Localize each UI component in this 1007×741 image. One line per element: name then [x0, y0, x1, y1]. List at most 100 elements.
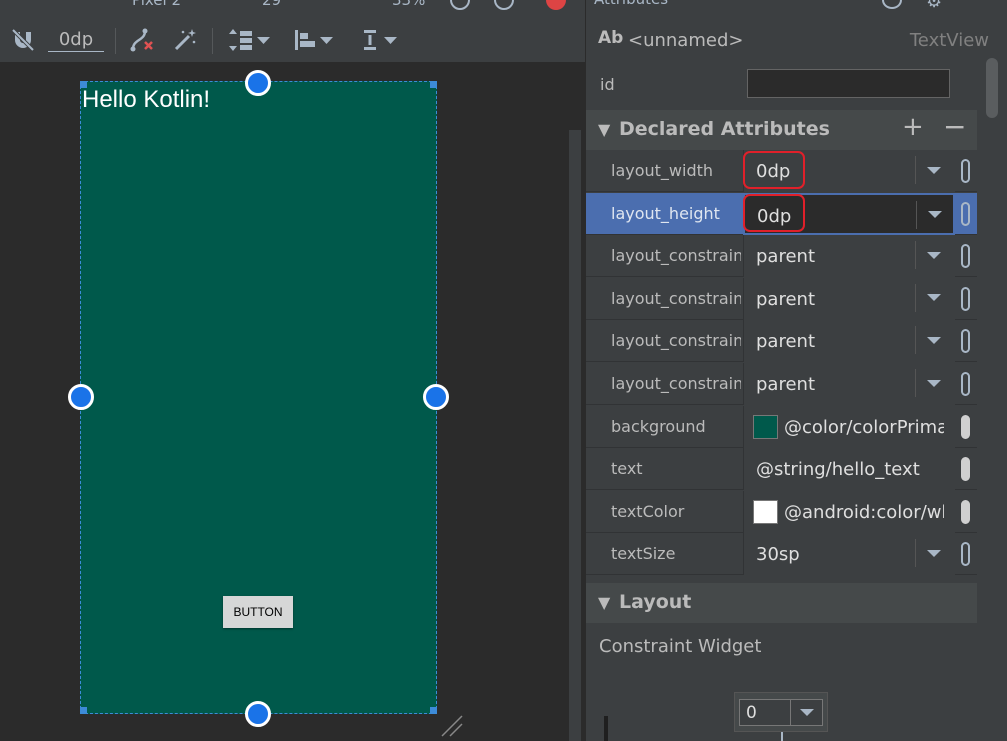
panel-scrollbar[interactable] [986, 58, 998, 118]
zoom-in-icon[interactable] [494, 0, 514, 10]
margin-combo[interactable]: 0 [739, 699, 823, 726]
attribute-value-field[interactable]: @android:color/white [743, 490, 955, 533]
attributes-panel: Attributes ⚙ Ab <unnamed> TextView id ▼ … [585, 0, 1007, 741]
declared-attributes-header[interactable]: ▼ Declared Attributes + − [586, 110, 977, 150]
resource-picker-icon[interactable] [961, 372, 970, 396]
attribute-name: layout_width [611, 161, 714, 180]
attribute-value-field[interactable]: 30sp [743, 533, 955, 576]
attribute-row[interactable]: layout_constraint parent [586, 363, 977, 405]
resource-picker-icon[interactable] [961, 244, 970, 269]
attribute-value-field[interactable]: @string/hello_text [743, 448, 955, 491]
color-swatch[interactable] [753, 414, 778, 439]
resize-corner-top-right[interactable] [430, 81, 437, 88]
chevron-down-icon[interactable] [790, 700, 823, 725]
attribute-row[interactable]: layout_height 0dp [586, 192, 977, 235]
textview-preview[interactable]: Hello Kotlin! BUTTON [80, 81, 437, 714]
warning-icon[interactable] [546, 0, 566, 10]
attribute-value-field[interactable]: parent [743, 320, 955, 363]
resource-picker-icon[interactable] [961, 499, 970, 524]
attribute-row[interactable]: layout_constraint parent [586, 277, 977, 320]
attribute-name: layout_constraint [611, 288, 741, 308]
magnet-off-icon[interactable] [8, 26, 38, 54]
add-attribute-icon[interactable]: + [902, 112, 924, 142]
attribute-value: 30sp [756, 544, 800, 566]
constraint-handle-left[interactable] [68, 384, 94, 410]
attribute-row[interactable]: textSize 30sp [586, 533, 977, 576]
attribute-row[interactable]: background @color/colorPrimary [586, 405, 977, 448]
attribute-name: layout_constraint [611, 331, 741, 351]
attribute-value: @string/hello_text [756, 459, 920, 481]
attribute-value-field[interactable]: @color/colorPrimary [743, 405, 955, 448]
attribute-value-field[interactable]: parent [743, 235, 955, 278]
resize-corner-bottom-left[interactable] [80, 707, 87, 714]
resize-corner-bottom-right[interactable] [430, 707, 437, 714]
type-glyph: Ab [598, 28, 624, 48]
constraint-handle-top[interactable] [245, 70, 271, 96]
chevron-down-icon[interactable] [915, 326, 951, 355]
default-margin-field[interactable]: 0dp [48, 28, 104, 52]
resource-picker-icon[interactable] [961, 457, 970, 482]
constraint-widget-label: Constraint Widget [599, 636, 762, 657]
zoom-label[interactable]: 33% [392, 0, 425, 9]
attribute-row[interactable]: text @string/hello_text [586, 448, 977, 491]
clear-constraints-icon[interactable] [126, 26, 156, 54]
attribute-value: parent [756, 288, 816, 310]
chevron-down-icon[interactable] [915, 283, 951, 312]
attribute-value: @android:color/white [784, 501, 944, 523]
section-title: Layout [619, 591, 692, 613]
resize-grip-icon[interactable] [440, 714, 464, 741]
zoom-out-icon[interactable] [450, 0, 470, 10]
highlight-box [743, 151, 805, 189]
design-scrollbar[interactable] [569, 130, 581, 741]
chevron-down-icon[interactable] [915, 369, 951, 397]
settings-icon[interactable]: ⚙ [926, 0, 942, 12]
constraint-handle-right[interactable] [423, 384, 449, 410]
resource-picker-icon[interactable] [961, 414, 970, 439]
chevron-down-icon[interactable] [915, 241, 951, 270]
search-icon[interactable] [882, 0, 902, 9]
chevron-down-icon[interactable] [915, 539, 951, 568]
align-icon[interactable] [292, 26, 338, 54]
device-label[interactable]: Pixel 2 [132, 0, 181, 9]
id-label: id [600, 75, 615, 94]
infer-constraints-icon[interactable] [170, 26, 200, 54]
constraint-widget: 0 [734, 692, 828, 732]
collapse-icon[interactable]: ▼ [598, 593, 610, 612]
attribute-value-field[interactable]: parent [743, 277, 955, 320]
attribute-name: text [611, 459, 643, 479]
remove-attribute-icon[interactable]: − [943, 110, 966, 143]
attribute-row[interactable]: layout_constraint parent [586, 320, 977, 363]
constraint-left-edge [604, 716, 608, 741]
chevron-down-icon[interactable] [915, 156, 951, 184]
highlight-box [743, 193, 805, 232]
constraint-line [781, 732, 783, 741]
resource-picker-icon[interactable] [961, 329, 970, 354]
attribute-value: parent [756, 331, 816, 353]
attribute-row[interactable]: layout_width 0dp [586, 150, 977, 192]
chevron-down-icon[interactable] [916, 200, 952, 229]
api-label[interactable]: 29 [262, 0, 281, 9]
attribute-value-field[interactable]: parent [743, 363, 955, 405]
attribute-value: parent [756, 246, 816, 268]
layout-section-header[interactable]: ▼ Layout [586, 583, 977, 623]
attribute-row[interactable]: layout_constraint parent [586, 235, 977, 278]
component-name: <unnamed> [628, 30, 744, 51]
panel-title: Attributes [594, 0, 668, 8]
pack-icon[interactable] [226, 26, 272, 54]
resource-picker-icon[interactable] [961, 286, 970, 311]
attribute-name: background [611, 416, 706, 436]
guidelines-icon[interactable] [360, 26, 404, 54]
component-type: TextView [909, 30, 989, 51]
resource-picker-icon[interactable] [961, 201, 970, 226]
color-swatch[interactable] [753, 499, 778, 524]
resource-picker-icon[interactable] [961, 542, 970, 567]
preview-button[interactable]: BUTTON [223, 596, 293, 628]
attribute-name: textColor [611, 501, 685, 521]
resource-picker-icon[interactable] [961, 159, 970, 183]
id-input[interactable] [747, 69, 950, 98]
collapse-icon[interactable]: ▼ [598, 120, 610, 139]
resize-corner-top-left[interactable] [80, 81, 87, 88]
attribute-value: parent [756, 374, 816, 395]
constraint-handle-bottom[interactable] [245, 701, 271, 727]
attribute-row[interactable]: textColor @android:color/white [586, 490, 977, 533]
